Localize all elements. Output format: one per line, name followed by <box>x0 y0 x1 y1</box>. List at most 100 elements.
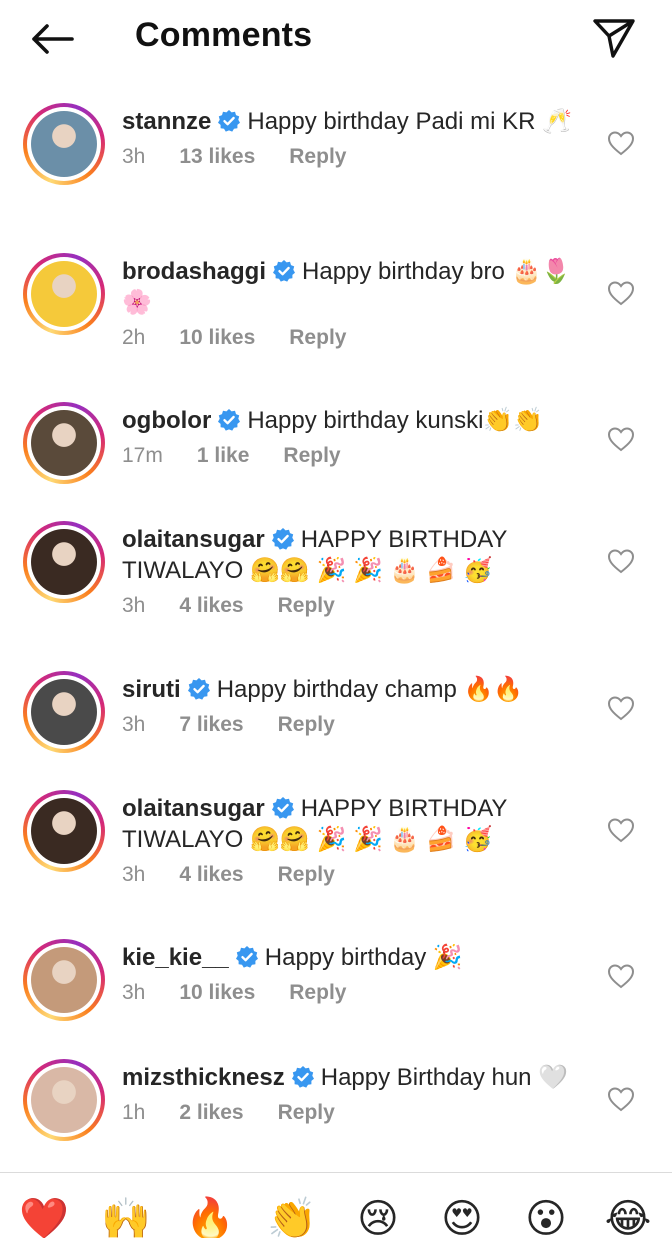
back-button[interactable] <box>24 14 80 64</box>
reply-button[interactable]: Reply <box>289 326 346 350</box>
like-heart-icon[interactable] <box>606 693 636 723</box>
like-heart-icon[interactable] <box>606 128 636 158</box>
avatar[interactable] <box>23 1059 105 1141</box>
comment-text: brodashaggi Happy birthday bro 🎂🌷🌸 <box>122 256 582 318</box>
paper-plane-icon <box>593 19 635 58</box>
avatar[interactable] <box>23 790 105 872</box>
emoji-reaction-button[interactable]: 🙌 <box>100 1193 152 1238</box>
reply-button[interactable]: Reply <box>278 1101 335 1125</box>
avatar[interactable] <box>23 402 105 484</box>
emoji-reaction-button[interactable]: 😢 <box>352 1193 404 1238</box>
avatar[interactable] <box>23 253 105 335</box>
username-link[interactable]: olaitansugar <box>122 526 265 553</box>
comment-meta: 3h 4 likes Reply <box>122 863 582 887</box>
reply-button[interactable]: Reply <box>289 145 346 169</box>
likes-count[interactable]: 10 likes <box>179 326 255 350</box>
comment-timestamp: 3h <box>122 713 146 736</box>
username-link[interactable]: ogbolor <box>122 407 211 434</box>
comment-text: stannze Happy birthday Padi mi KR 🥂 <box>122 106 582 137</box>
verified-badge-icon <box>271 797 294 819</box>
username-link[interactable]: stannze <box>122 108 211 135</box>
avatar[interactable] <box>23 103 105 185</box>
username-link[interactable]: mizsthicknesz <box>122 1064 285 1091</box>
like-heart-icon[interactable] <box>606 424 636 454</box>
emoji-reaction-bar: ❤️ 🙌 🔥 👏 😢 😍 😮 😂 <box>0 1172 672 1238</box>
verified-badge-icon <box>273 260 296 282</box>
comment-meta: 3h 4 likes Reply <box>122 594 582 618</box>
comment-meta: 2h 10 likes Reply <box>122 326 582 350</box>
verified-badge-icon <box>187 678 210 700</box>
comment-timestamp: 2h <box>122 326 146 349</box>
comment-timestamp: 3h <box>122 981 146 1004</box>
avatar[interactable] <box>23 939 105 1021</box>
comment-meta: 1h 2 likes Reply <box>122 1101 582 1125</box>
likes-count[interactable]: 4 likes <box>179 863 243 887</box>
comment-timestamp: 3h <box>122 863 146 886</box>
comment-timestamp: 1h <box>122 1101 146 1124</box>
emoji-reaction-button[interactable]: 😍 <box>436 1193 488 1238</box>
page-title: Comments <box>135 16 313 54</box>
comment-text: olaitansugar HAPPY BIRTHDAY TIWALAYO 🤗🤗 🎉… <box>122 793 582 855</box>
like-heart-icon[interactable] <box>606 961 636 991</box>
emoji-reaction-button[interactable]: 👏 <box>266 1193 318 1238</box>
username-link[interactable]: olaitansugar <box>122 795 265 822</box>
comment-meta: 3h 13 likes Reply <box>122 145 582 169</box>
comment-text: olaitansugar HAPPY BIRTHDAY TIWALAYO 🤗🤗 🎉… <box>122 524 582 586</box>
comment-body: kie_kie__ Happy birthday 🎉 3h 10 likes Reply <box>122 942 582 1005</box>
comment-meta: 3h 7 likes Reply <box>122 713 582 737</box>
comment-message: Happy birthday kunski👏👏 <box>247 407 544 434</box>
comment-text: siruti Happy birthday champ 🔥🔥 <box>122 674 582 705</box>
like-heart-icon[interactable] <box>606 1084 636 1114</box>
verified-badge-icon <box>235 946 258 968</box>
likes-count[interactable]: 13 likes <box>179 145 255 169</box>
share-button[interactable] <box>586 12 642 64</box>
back-arrow-icon <box>32 24 74 54</box>
comment-meta: 3h 10 likes Reply <box>122 981 582 1005</box>
comment-body: stannze Happy birthday Padi mi KR 🥂 3h 13 l… <box>122 106 582 169</box>
comment-message: Happy birthday 🎉 <box>264 944 463 971</box>
avatar[interactable] <box>23 671 105 753</box>
avatar[interactable] <box>23 521 105 603</box>
verified-badge-icon <box>218 409 241 431</box>
reply-button[interactable]: Reply <box>278 713 335 737</box>
reply-button[interactable]: Reply <box>289 981 346 1005</box>
comment-message: Happy Birthday hun 🤍 <box>320 1064 569 1091</box>
comment-text: kie_kie__ Happy birthday 🎉 <box>122 942 582 973</box>
comment-body: olaitansugar HAPPY BIRTHDAY TIWALAYO 🤗🤗 🎉… <box>122 524 582 618</box>
comment-body: brodashaggi Happy birthday bro 🎂🌷🌸 2h 10 li… <box>122 256 582 350</box>
comment-meta: 17m 1 like Reply <box>122 444 582 468</box>
comment-text: ogbolor Happy birthday kunski👏👏 <box>122 405 582 436</box>
comment-timestamp: 3h <box>122 594 146 617</box>
username-link[interactable]: brodashaggi <box>122 258 266 285</box>
username-link[interactable]: siruti <box>122 676 181 703</box>
comment-message: Happy birthday champ 🔥🔥 <box>216 676 524 703</box>
reply-button[interactable]: Reply <box>283 444 340 468</box>
like-heart-icon[interactable] <box>606 546 636 576</box>
emoji-reaction-button[interactable]: 😂 <box>602 1193 654 1238</box>
likes-count[interactable]: 4 likes <box>179 594 243 618</box>
comment-body: siruti Happy birthday champ 🔥🔥 3h 7 likes Re… <box>122 674 582 737</box>
comment-message: Happy birthday Padi mi KR 🥂 <box>247 108 573 135</box>
verified-badge-icon <box>271 528 294 550</box>
comment-body: olaitansugar HAPPY BIRTHDAY TIWALAYO 🤗🤗 🎉… <box>122 793 582 887</box>
comment-text: mizsthicknesz Happy Birthday hun 🤍 <box>122 1062 582 1093</box>
reply-button[interactable]: Reply <box>278 863 335 887</box>
username-link[interactable]: kie_kie__ <box>122 944 229 971</box>
verified-badge-icon <box>291 1066 314 1088</box>
likes-count[interactable]: 2 likes <box>179 1101 243 1125</box>
reply-button[interactable]: Reply <box>278 594 335 618</box>
header: Comments <box>0 0 672 80</box>
likes-count[interactable]: 10 likes <box>179 981 255 1005</box>
comment-timestamp: 3h <box>122 145 146 168</box>
like-heart-icon[interactable] <box>606 278 636 308</box>
emoji-reaction-button[interactable]: 😮 <box>520 1193 572 1238</box>
verified-badge-icon <box>218 110 241 132</box>
likes-count[interactable]: 7 likes <box>179 713 243 737</box>
comment-timestamp: 17m <box>122 444 163 467</box>
emoji-reaction-button[interactable]: 🔥 <box>184 1193 236 1238</box>
comment-body: mizsthicknesz Happy Birthday hun 🤍 1h 2 lik… <box>122 1062 582 1125</box>
like-heart-icon[interactable] <box>606 815 636 845</box>
emoji-reaction-button[interactable]: ❤️ <box>18 1193 70 1238</box>
comment-body: ogbolor Happy birthday kunski👏👏 17m 1 like R… <box>122 405 582 468</box>
likes-count[interactable]: 1 like <box>197 444 250 468</box>
